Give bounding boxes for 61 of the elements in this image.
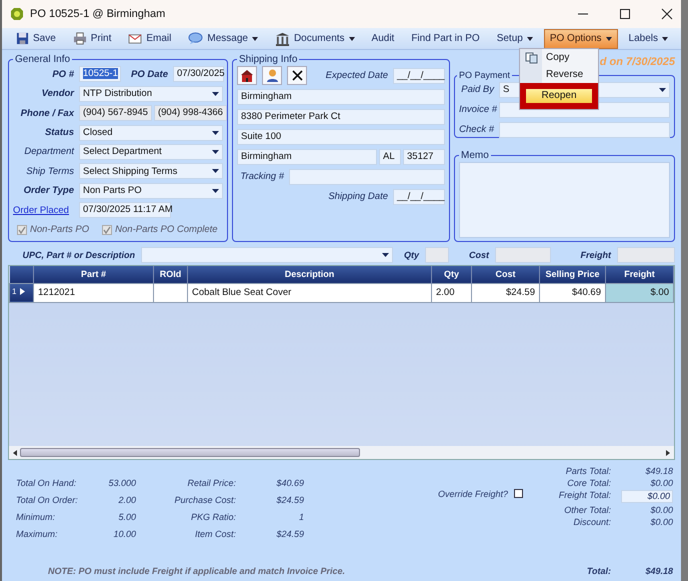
field-label: Expected Date bbox=[324, 70, 389, 81]
override-freight-label: Override Freight? bbox=[438, 489, 508, 499]
total-label: Core Total: bbox=[566, 478, 611, 488]
field-label: PO # bbox=[51, 68, 75, 80]
field-label: Status bbox=[44, 127, 75, 138]
table-cell: Cobalt Blue Seat Cover bbox=[188, 283, 432, 302]
total-label: Freight Total: bbox=[558, 490, 611, 502]
group-title: Memo bbox=[460, 150, 490, 161]
total-value: $0.00 bbox=[649, 478, 673, 488]
stat-value: $40.69 bbox=[275, 478, 304, 488]
field-label: UPC, Part # or Description bbox=[21, 250, 136, 260]
grand-total-label: Total: bbox=[586, 566, 611, 576]
field-label: Shipping Date bbox=[327, 191, 389, 202]
field-label: Department bbox=[23, 146, 76, 158]
group-title: General Info bbox=[14, 54, 72, 65]
table-cell: $40.69 bbox=[540, 283, 606, 302]
stat-label: Item Cost: bbox=[194, 529, 236, 539]
field-label: Qty bbox=[402, 250, 420, 260]
table-cell: 1212021 bbox=[34, 283, 154, 302]
stat-label: Purchase Cost: bbox=[173, 495, 236, 505]
grand-total-value: $49.18 bbox=[644, 566, 673, 576]
status-text: d on 7/30/2025 bbox=[600, 55, 675, 70]
checkbox-label: Non-Parts PO bbox=[30, 224, 90, 236]
stat-label: Retail Price: bbox=[186, 478, 236, 488]
field-label: Paid By bbox=[460, 84, 496, 95]
field-label: Ship Terms bbox=[25, 166, 75, 177]
stat-value: $24.59 bbox=[275, 495, 304, 505]
total-label: Other Total: bbox=[563, 505, 611, 515]
stat-value: 53.000 bbox=[107, 478, 136, 488]
note-text: NOTE: PO must include Freight if applicable and match Invoice Price. bbox=[47, 566, 346, 576]
stat-label: PKG Ratio: bbox=[190, 512, 236, 522]
stat-value: 10.00 bbox=[112, 529, 136, 539]
stat-label: Minimum: bbox=[16, 512, 56, 522]
window-title: PO 10525-1 @ Birmingham bbox=[30, 8, 166, 20]
field-label: Freight bbox=[580, 250, 612, 260]
table-cell: $.00 bbox=[606, 283, 674, 302]
total-label: Parts Total: bbox=[564, 466, 611, 476]
stat-label: Total On Hand: bbox=[16, 478, 78, 488]
stat-value: 2.00 bbox=[117, 495, 136, 505]
stat-value: 1 bbox=[298, 512, 304, 522]
total-value: $49.18 bbox=[644, 466, 673, 476]
field-label: Invoice # bbox=[459, 104, 497, 115]
stat-value: 5.00 bbox=[117, 512, 136, 522]
table-cell: $24.59 bbox=[472, 283, 540, 302]
stat-label: Maximum: bbox=[16, 529, 59, 539]
field-label: Cost bbox=[468, 250, 490, 260]
stat-value: $24.59 bbox=[275, 529, 304, 539]
group-title: PO Payment bbox=[458, 70, 512, 80]
total-value: $0.00 bbox=[649, 517, 673, 527]
total-value: $0.00 bbox=[649, 505, 673, 515]
field-label: Check # bbox=[459, 124, 496, 135]
checkbox-label: Non-Parts PO Complete bbox=[115, 224, 218, 236]
field-label: Phone / Fax bbox=[20, 108, 76, 119]
field-label: Tracking # bbox=[239, 171, 286, 182]
total-label: Discount: bbox=[572, 517, 611, 527]
field-label: PO Date bbox=[130, 68, 169, 80]
field-label: Vendor bbox=[40, 88, 76, 100]
group-title: Shipping Info bbox=[238, 54, 298, 65]
stat-label: Total On Order: bbox=[16, 495, 79, 505]
table-cell: 2.00 bbox=[432, 283, 472, 302]
field-label: Order Type bbox=[22, 185, 75, 196]
